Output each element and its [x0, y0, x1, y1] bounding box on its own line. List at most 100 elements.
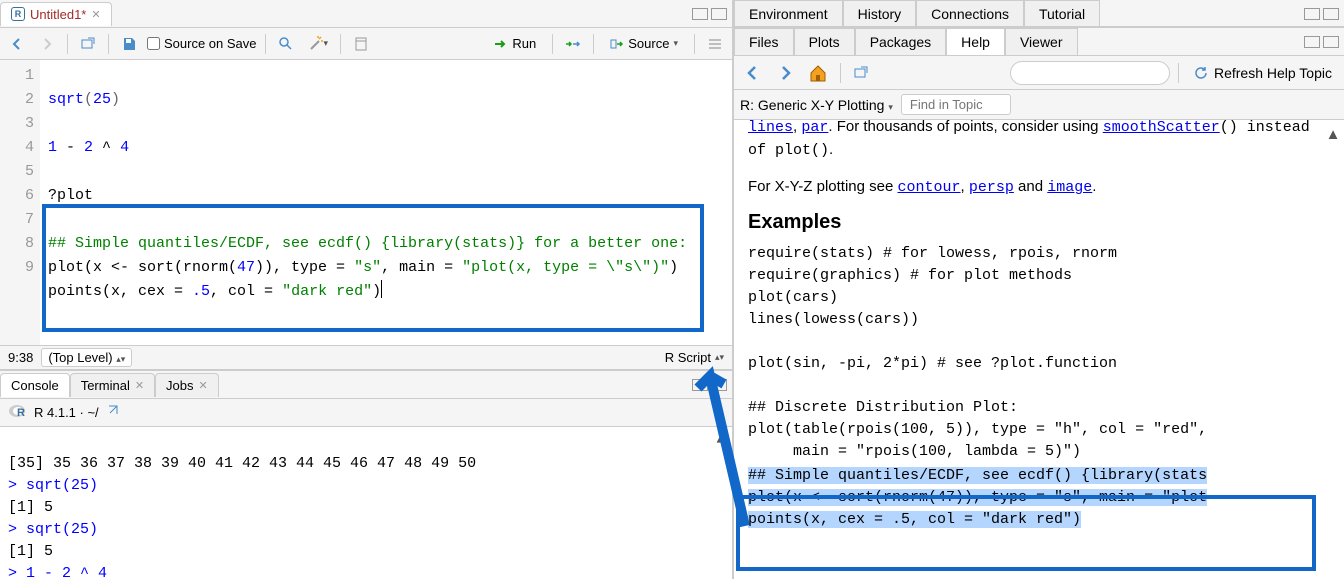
- tab-terminal[interactable]: Terminal ✕: [70, 373, 155, 397]
- save-button[interactable]: [117, 32, 141, 56]
- popout-console-icon[interactable]: [105, 404, 119, 421]
- arrow-right-icon: [39, 36, 55, 52]
- tab-packages[interactable]: Packages: [855, 28, 946, 55]
- tab-jobs[interactable]: Jobs ✕: [155, 373, 219, 397]
- forward-button[interactable]: [35, 32, 59, 56]
- help-link-lines[interactable]: lines: [748, 120, 793, 135]
- run-button[interactable]: Run: [486, 33, 544, 54]
- source-on-save-checkbox[interactable]: Source on Save: [147, 36, 257, 51]
- help-popout-button[interactable]: [849, 61, 873, 85]
- help-search-input[interactable]: [1010, 61, 1170, 85]
- source-arrow-icon: [610, 37, 624, 51]
- help-home-button[interactable]: [804, 61, 832, 85]
- tab-help[interactable]: Help: [946, 28, 1005, 55]
- help-example-code[interactable]: require(stats) # for lowess, rpois, rnor…: [748, 243, 1330, 463]
- wand-icon: [308, 36, 324, 52]
- run-label: Run: [512, 36, 536, 51]
- tab-connections[interactable]: Connections: [916, 0, 1024, 27]
- source-on-save-input[interactable]: [147, 37, 160, 50]
- tab-files[interactable]: Files: [734, 28, 794, 55]
- help-link-persp[interactable]: persp: [969, 178, 1014, 195]
- minimize-button[interactable]: [1304, 8, 1320, 20]
- environment-tab-bar: Environment History Connections Tutorial: [734, 0, 1344, 28]
- outline-icon: [707, 36, 723, 52]
- tab-terminal-label: Terminal: [81, 378, 130, 393]
- tab-viewer[interactable]: Viewer: [1005, 28, 1078, 55]
- refresh-label: Refresh Help Topic: [1214, 65, 1332, 81]
- scope-selector[interactable]: (Top Level) ▴▾: [41, 348, 132, 367]
- svg-text:R: R: [17, 407, 25, 419]
- code-tools-button[interactable]: ▾: [304, 32, 333, 56]
- close-icon[interactable]: ✕: [135, 379, 144, 392]
- panes-tab-bar: Files Plots Packages Help Viewer: [734, 28, 1344, 56]
- maximize-button[interactable]: [711, 8, 727, 20]
- r-version-label: R 4.1.1 · ~/: [34, 405, 99, 420]
- dropdown-icon: ▾: [324, 38, 329, 49]
- show-in-new-window-button[interactable]: [76, 32, 100, 56]
- tab-environment[interactable]: Environment: [734, 0, 843, 27]
- examples-heading: Examples: [748, 211, 1330, 233]
- r-logo-icon: R: [8, 403, 28, 422]
- tab-console-label: Console: [11, 378, 59, 393]
- close-icon[interactable]: ✕: [199, 379, 208, 392]
- help-forward-button[interactable]: [772, 61, 798, 85]
- run-arrow-icon: [494, 37, 508, 51]
- compile-button[interactable]: [349, 32, 373, 56]
- help-title-dropdown[interactable]: R: Generic X-Y Plotting ▾: [740, 97, 893, 113]
- source-label: Source: [628, 36, 669, 51]
- popout-icon: [80, 36, 96, 52]
- notebook-icon: [353, 36, 369, 52]
- help-search-wrapper: [1010, 61, 1170, 85]
- home-icon: [808, 63, 828, 83]
- scroll-up-icon[interactable]: ▲: [1324, 126, 1342, 144]
- tab-console[interactable]: Console: [0, 373, 70, 397]
- source-tab-label: Untitled1*: [30, 7, 86, 22]
- rerun-button[interactable]: [561, 32, 585, 56]
- back-button[interactable]: [5, 32, 29, 56]
- env-window-controls: [1304, 8, 1344, 20]
- help-link-image[interactable]: image: [1047, 178, 1092, 195]
- maximize-button[interactable]: [1323, 8, 1339, 20]
- line-gutter: 1 2 3 4 5 6 7 8 9: [0, 60, 40, 345]
- source-tab-bar: R Untitled1* ✕: [0, 0, 732, 28]
- find-button[interactable]: [274, 32, 298, 56]
- editor-area[interactable]: 1 2 3 4 5 6 7 8 9 sqrt(25) 1 - 2 ^ 4 ?pl…: [0, 60, 732, 345]
- dropdown-icon: ▴▾: [116, 354, 125, 364]
- arrow-right-icon: [776, 64, 794, 82]
- help-link-contour[interactable]: contour: [898, 178, 961, 195]
- maximize-button[interactable]: [1323, 36, 1339, 48]
- tab-tutorial[interactable]: Tutorial: [1024, 0, 1100, 27]
- help-link-par[interactable]: par: [801, 120, 828, 135]
- minimize-button[interactable]: [1304, 36, 1320, 48]
- tab-history[interactable]: History: [843, 0, 917, 27]
- source-on-save-label: Source on Save: [164, 36, 257, 51]
- refresh-button[interactable]: Refresh Help Topic: [1187, 62, 1338, 84]
- source-button[interactable]: Source ▾: [602, 33, 686, 54]
- source-toolbar: Source on Save ▾ Run: [0, 28, 732, 60]
- dropdown-icon: ▾: [673, 38, 678, 49]
- source-tab[interactable]: R Untitled1* ✕: [0, 2, 112, 26]
- help-example-selected[interactable]: ## Simple quantiles/ECDF, see ecdf() {li…: [748, 465, 1330, 531]
- console-content[interactable]: [35] 35 36 37 38 39 40 41 42 43 44 45 46…: [0, 427, 732, 579]
- tab-plots[interactable]: Plots: [794, 28, 855, 55]
- outline-button[interactable]: [703, 32, 727, 56]
- code-content[interactable]: sqrt(25) 1 - 2 ^ 4 ?plot ## Simple quant…: [40, 60, 732, 345]
- help-toolbar: Refresh Help Topic: [734, 56, 1344, 90]
- console-header: R R 4.1.1 · ~/: [0, 399, 732, 427]
- popout-icon: [853, 65, 869, 81]
- minimize-button[interactable]: [692, 8, 708, 20]
- save-icon: [121, 36, 137, 52]
- r-file-icon: R: [11, 7, 25, 21]
- tab-jobs-label: Jobs: [166, 378, 193, 393]
- magnifier-icon: [278, 36, 294, 52]
- arrow-left-icon: [744, 64, 762, 82]
- annotation-arrow: [680, 346, 760, 546]
- find-in-topic-input[interactable]: [901, 94, 1011, 115]
- arrow-left-icon: [9, 36, 25, 52]
- help-body[interactable]: lines, par. For thousands of points, con…: [734, 120, 1344, 579]
- help-window-controls: [1304, 36, 1344, 48]
- close-icon[interactable]: ✕: [91, 8, 100, 21]
- help-back-button[interactable]: [740, 61, 766, 85]
- rerun-icon: [565, 36, 581, 52]
- help-link-smoothscatter[interactable]: smoothScatter: [1103, 120, 1220, 135]
